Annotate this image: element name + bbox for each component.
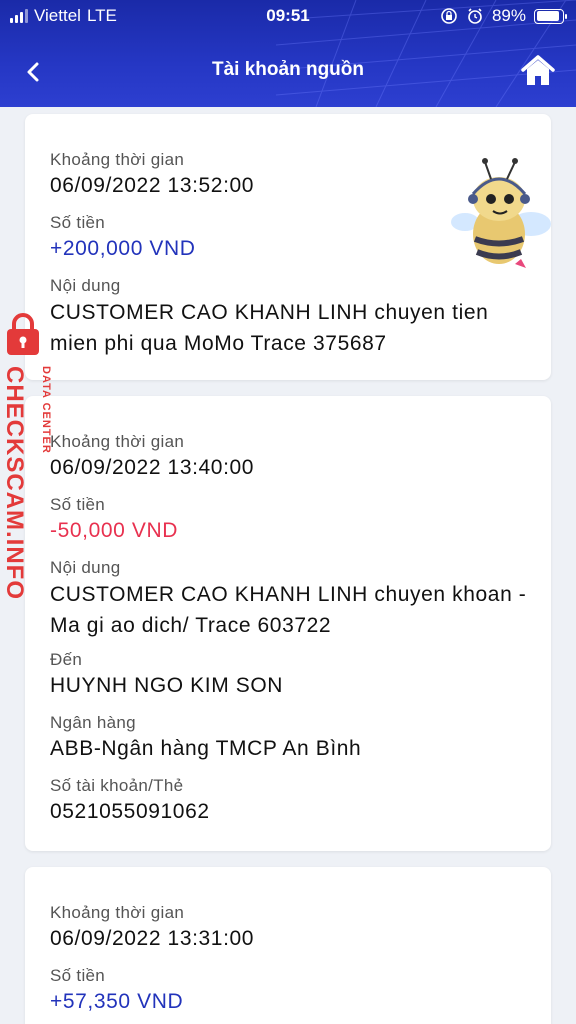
app-header: Viettel LTE 09:51 89% Tài khoản nguồn	[0, 0, 576, 107]
content-label: Nội dung	[50, 558, 121, 577]
home-icon[interactable]	[520, 54, 556, 88]
content-label: Nội dung	[50, 276, 121, 295]
bank-value: ABB-Ngân hàng TMCP An Bình	[50, 737, 362, 760]
recipient-label: Đến	[50, 650, 83, 669]
orientation-lock-icon	[441, 8, 457, 24]
bank-label: Ngân hàng	[50, 713, 136, 732]
account-label: Số tài khoản/Thẻ	[50, 776, 184, 795]
amount-label: Số tiền	[50, 495, 106, 514]
time-label: Khoảng thời gian	[50, 150, 185, 169]
time-value: 06/09/2022 13:52:00	[50, 174, 255, 197]
content-value: CUSTOMER CAO KHANH LINH chuyen khoan - M…	[50, 583, 527, 637]
battery-percent: 89%	[491, 6, 526, 25]
nav-bar: Tài khoản nguồn	[0, 50, 576, 94]
transaction-card[interactable]: Khoảng thời gian 06/09/2022 13:52:00 Số …	[25, 114, 551, 380]
status-bar: Viettel LTE 09:51 89%	[0, 0, 576, 34]
transaction-card[interactable]: Khoảng thời gian 06/09/2022 13:31:00 Số …	[25, 867, 551, 1024]
bee-mascot-icon	[451, 158, 551, 268]
time-label: Khoảng thời gian	[50, 432, 185, 451]
recipient-value: HUYNH NGO KIM SON	[50, 674, 284, 697]
time-value: 06/09/2022 13:31:00	[50, 927, 255, 950]
watermark-text: CHECKSCAM.INFO	[1, 366, 28, 600]
time-label: Khoảng thời gian	[50, 903, 185, 922]
amount-value: +57,350 VND	[50, 990, 184, 1013]
page-title: Tài khoản nguồn	[212, 59, 364, 80]
time-value: 06/09/2022 13:40:00	[50, 456, 255, 479]
transaction-card[interactable]: Khoảng thời gian 06/09/2022 13:40:00 Số …	[25, 396, 551, 851]
amount-label: Số tiền	[50, 213, 106, 232]
content-value: CUSTOMER CAO KHANH LINH chuyen tien mien…	[50, 301, 489, 355]
alarm-icon	[468, 8, 482, 24]
amount-value: -50,000 VND	[50, 519, 178, 542]
amount-label: Số tiền	[50, 966, 106, 985]
account-value: 0521055091062	[50, 800, 210, 823]
amount-value: +200,000 VND	[50, 237, 196, 260]
battery-icon	[534, 8, 567, 24]
